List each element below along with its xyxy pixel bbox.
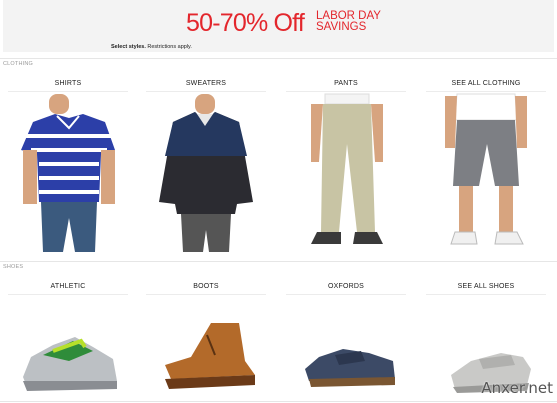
category-sweaters[interactable]: SWEATERS [140, 78, 272, 252]
category-athletic[interactable]: ATHLETIC [2, 281, 134, 395]
section-label-shoes: SHOES [3, 264, 24, 270]
divider [0, 401, 557, 402]
shorts-image [445, 93, 527, 245]
category-oxfords[interactable]: OXFORDS [280, 281, 412, 395]
section-label-clothing: CLOTHING [3, 61, 34, 67]
category-title: SHIRTS [54, 80, 82, 87]
category-pants[interactable]: PANTS [280, 78, 412, 252]
boot-image [165, 323, 255, 389]
banner-fine-print: Select styles. Restrictions apply. [111, 44, 192, 50]
category-see-all-clothing[interactable]: SEE ALL CLOTHING [420, 78, 552, 252]
banner-headline: 50-70% Off [186, 9, 305, 37]
sweater-image [159, 94, 253, 252]
banner-subtitle-line2: SAVINGS [316, 21, 367, 33]
category-title: SEE ALL SHOES [457, 283, 515, 290]
oxford-shoe-image [305, 349, 395, 387]
category-title: BOOTS [193, 283, 219, 290]
category-title: OXFORDS [327, 283, 364, 290]
shirt-image [21, 94, 115, 252]
category-title: PANTS [334, 80, 358, 87]
fine-print-text: Restrictions apply. [147, 44, 192, 50]
divider [0, 58, 557, 59]
category-title: SWEATERS [185, 80, 227, 87]
category-boots[interactable]: BOOTS [140, 281, 272, 395]
pants-image [311, 93, 383, 244]
divider [0, 261, 557, 262]
category-title: ATHLETIC [50, 283, 86, 290]
category-see-all-shoes[interactable]: SEE ALL SHOES [420, 281, 552, 395]
category-shirts[interactable]: SHIRTS [2, 78, 134, 252]
banner-subtitle: LABOR DAY SAVINGS [316, 10, 396, 33]
watermark: Anxer.net [481, 379, 553, 397]
fine-print-bold: Select styles. [111, 44, 146, 50]
promo-banner[interactable]: 50-70% Off LABOR DAY SAVINGS Select styl… [3, 0, 554, 52]
athletic-shoe-image [23, 337, 117, 391]
category-title: SEE ALL CLOTHING [451, 80, 521, 87]
